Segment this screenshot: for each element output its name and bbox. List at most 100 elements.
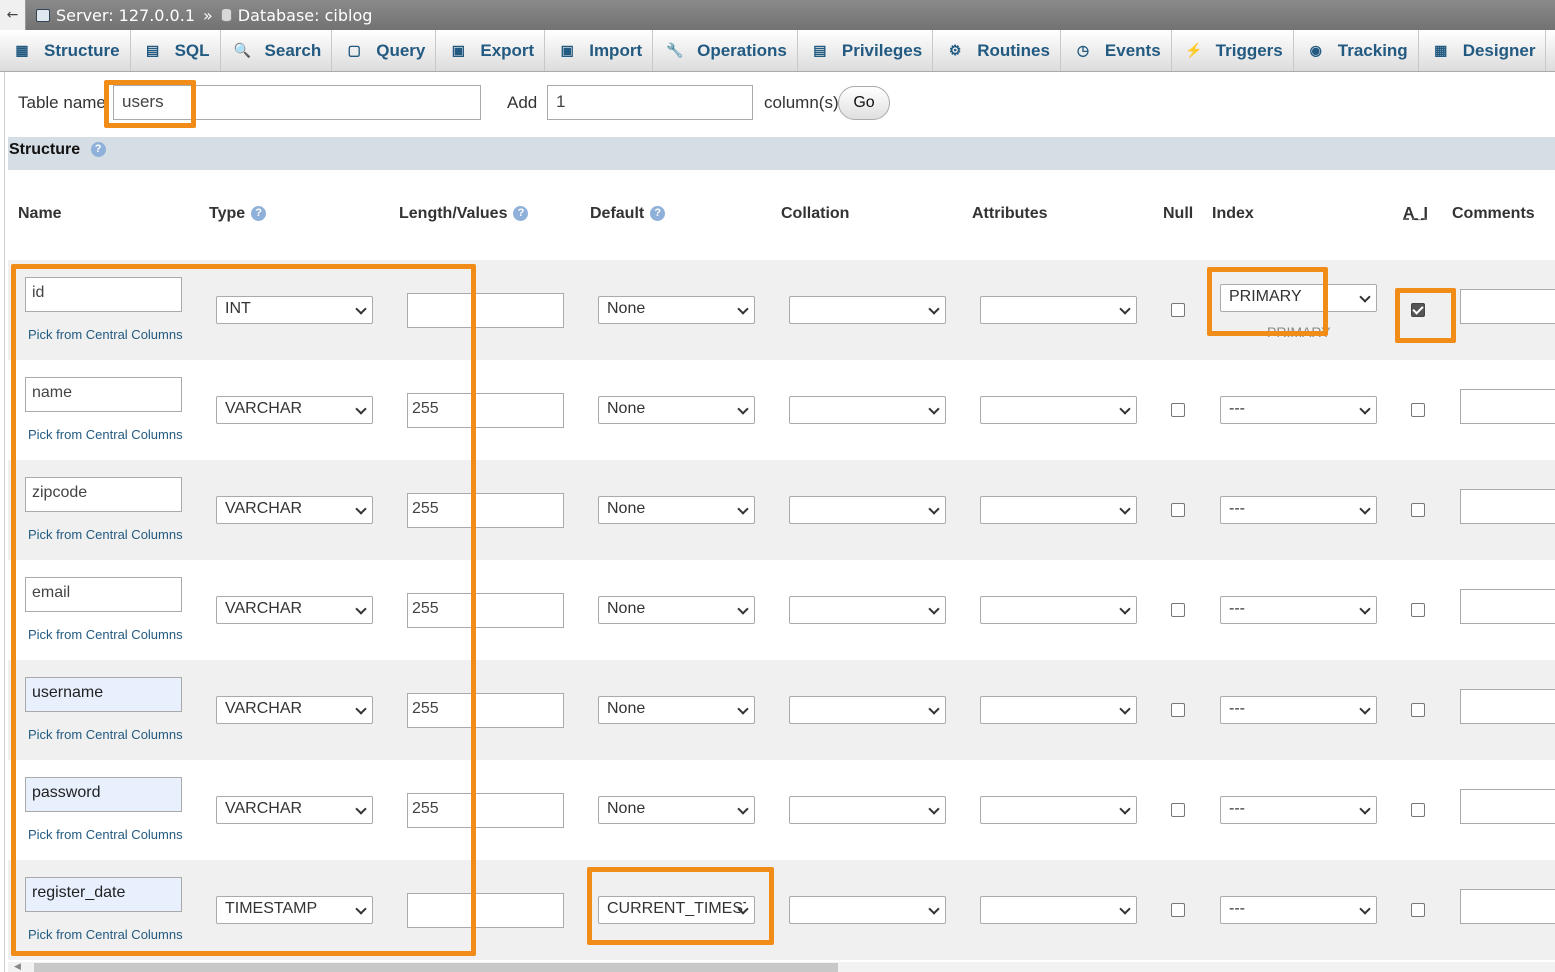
column-name-input[interactable]: zipcode xyxy=(25,477,182,512)
collation-select[interactable] xyxy=(789,696,946,724)
auto-increment-checkbox[interactable] xyxy=(1411,903,1425,917)
index-select[interactable]: --- xyxy=(1220,896,1377,924)
type-select[interactable]: TIMESTAMP xyxy=(216,896,373,924)
length-values-input[interactable]: 255 xyxy=(407,593,564,628)
null-checkbox[interactable] xyxy=(1171,903,1185,917)
attributes-select[interactable] xyxy=(980,896,1137,924)
attributes-select[interactable] xyxy=(980,396,1137,424)
default-select[interactable]: None xyxy=(598,696,755,724)
pick-central-columns-link[interactable]: Pick from Central Columns xyxy=(28,727,183,742)
index-select[interactable]: PRIMARY xyxy=(1220,284,1377,312)
tab-triggers[interactable]: ⚡ Triggers xyxy=(1172,30,1294,71)
default-select[interactable]: None xyxy=(598,596,755,624)
auto-increment-checkbox[interactable] xyxy=(1411,803,1425,817)
help-icon[interactable]: ? xyxy=(90,142,106,158)
pick-central-columns-link[interactable]: Pick from Central Columns xyxy=(28,627,183,642)
pick-central-columns-link[interactable]: Pick from Central Columns xyxy=(28,527,183,542)
collation-select[interactable] xyxy=(789,296,946,324)
length-values-input[interactable]: 255 xyxy=(407,393,564,428)
pick-central-columns-link[interactable]: Pick from Central Columns xyxy=(28,927,183,942)
tab-search[interactable]: 🔍 Search xyxy=(221,30,333,71)
index-select[interactable]: --- xyxy=(1220,496,1377,524)
comments-input[interactable] xyxy=(1460,789,1555,824)
tab-import[interactable]: ▣ Import xyxy=(545,30,654,71)
default-select[interactable]: None xyxy=(598,796,755,824)
tab-operations[interactable]: 🔧 Operations xyxy=(653,30,798,71)
attributes-select[interactable] xyxy=(980,496,1137,524)
comments-input[interactable] xyxy=(1460,689,1555,724)
length-values-input[interactable]: 255 xyxy=(407,693,564,728)
default-select[interactable]: CURRENT_TIMESTAMP xyxy=(598,896,755,924)
tab-events[interactable]: ◷ Events xyxy=(1061,30,1172,71)
attributes-select[interactable] xyxy=(980,696,1137,724)
index-select[interactable]: --- xyxy=(1220,596,1377,624)
comments-input[interactable] xyxy=(1460,589,1555,624)
go-button[interactable]: Go xyxy=(838,86,890,120)
comments-input[interactable] xyxy=(1460,389,1555,424)
tab-export[interactable]: ▣ Export xyxy=(436,30,546,71)
type-select[interactable]: INT xyxy=(216,296,373,324)
type-select[interactable]: VARCHAR xyxy=(216,796,373,824)
index-select[interactable]: --- xyxy=(1220,396,1377,424)
auto-increment-checkbox[interactable] xyxy=(1411,503,1425,517)
breadcrumb-database[interactable]: Database: ciblog xyxy=(220,6,373,25)
tab-structure[interactable]: ▦ Structure xyxy=(0,30,131,71)
type-select[interactable]: VARCHAR xyxy=(216,396,373,424)
column-name-input[interactable]: email xyxy=(25,577,182,612)
collation-select[interactable] xyxy=(789,396,946,424)
tab-sql[interactable]: ▤ SQL xyxy=(131,30,221,71)
breadcrumb-server-label[interactable]: Server: 127.0.0.1 xyxy=(56,6,195,25)
scrollbar-thumb[interactable] xyxy=(34,963,838,972)
length-values-input[interactable]: 255 xyxy=(407,793,564,828)
more-tabs-icon[interactable]: ▼ xyxy=(1546,30,1555,71)
comments-input[interactable] xyxy=(1460,889,1555,924)
column-name-input[interactable]: username xyxy=(25,677,182,712)
auto-increment-checkbox[interactable] xyxy=(1411,303,1425,317)
attributes-select[interactable] xyxy=(980,596,1137,624)
auto-increment-checkbox[interactable] xyxy=(1411,703,1425,717)
pick-central-columns-link[interactable]: Pick from Central Columns xyxy=(28,827,183,842)
tab-query[interactable]: ▢ Query xyxy=(332,30,437,71)
index-select[interactable]: --- xyxy=(1220,696,1377,724)
default-select[interactable]: None xyxy=(598,396,755,424)
tab-designer[interactable]: ▦ Designer xyxy=(1419,30,1547,71)
collation-select[interactable] xyxy=(789,796,946,824)
type-select[interactable]: VARCHAR xyxy=(216,596,373,624)
tab-tracking[interactable]: ◉ Tracking xyxy=(1294,30,1419,71)
index-select[interactable]: --- xyxy=(1220,796,1377,824)
null-checkbox[interactable] xyxy=(1171,503,1185,517)
type-select[interactable]: VARCHAR xyxy=(216,696,373,724)
null-checkbox[interactable] xyxy=(1171,803,1185,817)
collation-select[interactable] xyxy=(789,596,946,624)
collation-select[interactable] xyxy=(789,496,946,524)
auto-increment-checkbox[interactable] xyxy=(1411,603,1425,617)
null-checkbox[interactable] xyxy=(1171,303,1185,317)
null-checkbox[interactable] xyxy=(1171,703,1185,717)
help-icon[interactable]: ? xyxy=(251,206,267,222)
pick-central-columns-link[interactable]: Pick from Central Columns xyxy=(28,427,183,442)
breadcrumb-server[interactable]: Server: 127.0.0.1 xyxy=(36,6,195,25)
default-select[interactable]: None xyxy=(598,296,755,324)
column-name-input[interactable]: register_date xyxy=(25,877,182,912)
length-values-input[interactable] xyxy=(407,893,564,928)
null-checkbox[interactable] xyxy=(1171,603,1185,617)
table-name-input[interactable]: users xyxy=(113,85,481,120)
attributes-select[interactable] xyxy=(980,796,1137,824)
back-arrow-icon[interactable]: ← xyxy=(0,0,26,30)
comments-input[interactable] xyxy=(1460,489,1555,524)
auto-increment-checkbox[interactable] xyxy=(1411,403,1425,417)
collation-select[interactable] xyxy=(789,896,946,924)
type-select[interactable]: VARCHAR xyxy=(216,496,373,524)
scroll-left-icon[interactable]: ◀ xyxy=(14,962,21,972)
help-icon[interactable]: ? xyxy=(650,206,666,222)
null-checkbox[interactable] xyxy=(1171,403,1185,417)
pick-central-columns-link[interactable]: Pick from Central Columns xyxy=(28,327,183,342)
tab-privileges[interactable]: ▤ Privileges xyxy=(798,30,934,71)
tab-routines[interactable]: ⚙ Routines xyxy=(933,30,1061,71)
length-values-input[interactable] xyxy=(407,293,564,328)
add-columns-input[interactable]: 1 xyxy=(547,85,753,120)
horizontal-scrollbar[interactable]: ◀ xyxy=(8,962,1555,972)
breadcrumb-database-label[interactable]: Database: ciblog xyxy=(238,6,373,25)
column-name-input[interactable]: password xyxy=(25,777,182,812)
column-name-input[interactable]: name xyxy=(25,377,182,412)
